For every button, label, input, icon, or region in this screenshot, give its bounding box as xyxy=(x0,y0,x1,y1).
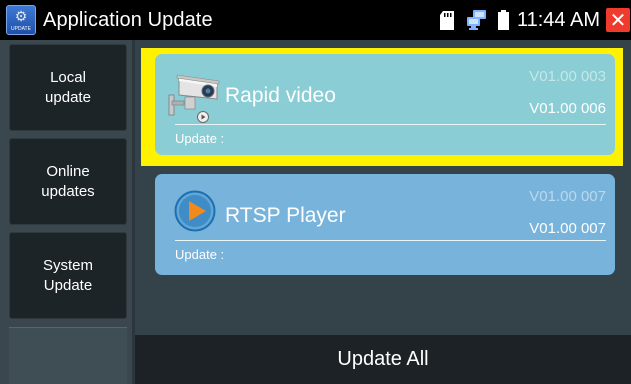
new-version: V01.00 006 xyxy=(529,100,606,117)
app-card-rtsp-player[interactable]: RTSP Player V01.00 007 V01.00 007 Update… xyxy=(155,174,615,275)
update-all-button[interactable]: Update All xyxy=(135,335,631,384)
app-card-rapid-video[interactable]: Rapid video V01.00 003 V01.00 006 Update… xyxy=(155,54,615,155)
sidebar-item-system-update[interactable]: System Update xyxy=(9,232,127,319)
current-version: V01.00 003 xyxy=(529,68,606,85)
sidebar-footer-panel xyxy=(9,327,127,384)
app-update-icon: ⚙ UPDATE xyxy=(6,5,36,35)
app-list-panel: Rapid video V01.00 003 V01.00 006 Update… xyxy=(135,40,631,384)
close-button[interactable]: ✕ xyxy=(606,8,630,32)
new-version: V01.00 007 xyxy=(529,220,606,237)
card-divider xyxy=(175,124,606,125)
close-icon: ✕ xyxy=(609,8,627,32)
sidebar-item-label: System Update xyxy=(42,256,93,294)
sidebar-item-label: Local update xyxy=(45,68,91,106)
sd-card-icon xyxy=(439,10,454,30)
network-icon xyxy=(466,10,486,30)
battery-icon xyxy=(497,10,509,30)
status-time: 11:44 AM xyxy=(516,8,600,31)
app-icon-caption: UPDATE xyxy=(11,26,31,32)
card-divider xyxy=(175,240,606,241)
status-area: 11:44 AM ✕ xyxy=(439,0,631,40)
play-icon xyxy=(174,190,216,232)
current-version: V01.00 007 xyxy=(529,188,606,205)
gear-icon: ⚙ xyxy=(14,9,28,25)
sidebar-item-label: Online updates xyxy=(41,162,95,200)
app-name: RTSP Player xyxy=(225,204,346,227)
sidebar: Local update Online updates System Updat… xyxy=(0,40,135,384)
camera-icon xyxy=(168,74,220,123)
page-title: Application Update xyxy=(43,8,213,31)
app-name: Rapid video xyxy=(225,84,336,107)
title-bar: ⚙ UPDATE Application Update 11:44 AM ✕ xyxy=(0,0,631,40)
sidebar-item-local-update[interactable]: Local update xyxy=(9,44,127,131)
update-status-label: Update : xyxy=(175,247,225,262)
update-all-label: Update All xyxy=(337,348,429,370)
update-status-label: Update : xyxy=(175,131,225,146)
sidebar-item-online-updates[interactable]: Online updates xyxy=(9,138,127,225)
